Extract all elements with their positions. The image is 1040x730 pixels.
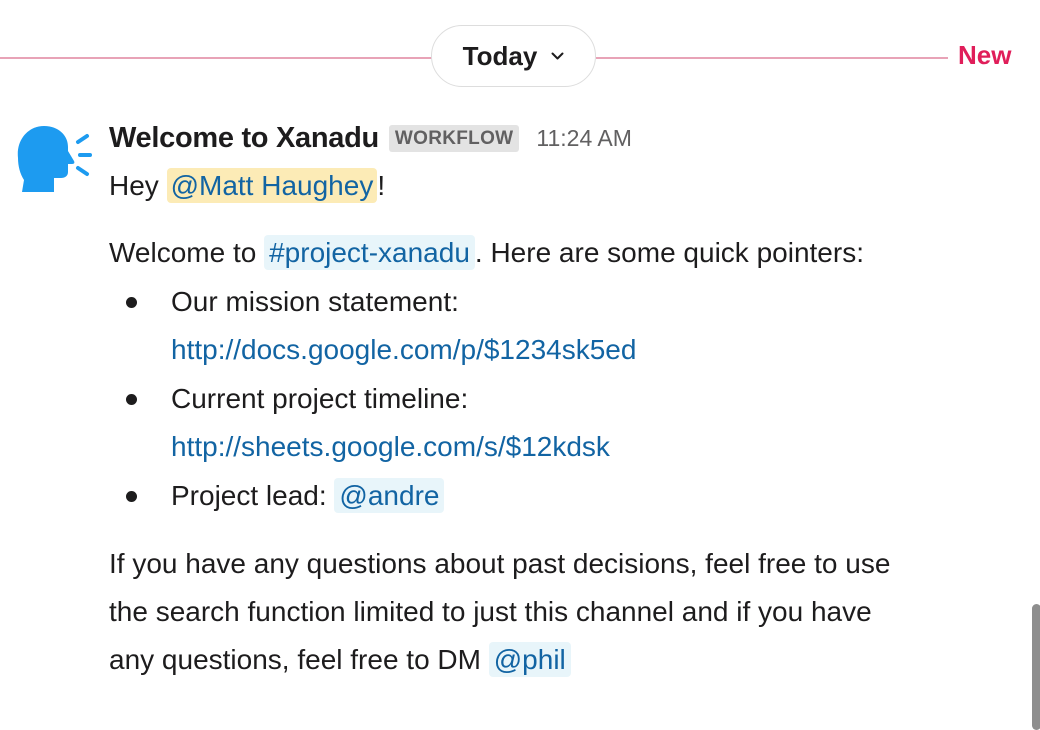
greeting-prefix: Hey [109,170,167,201]
timeline-link-text[interactable]: http://sheets.google.com/s/$12kdsk [171,431,610,462]
greeting-line: Hey @Matt Haughey! [109,166,385,206]
user-mention-matt[interactable]: @Matt Haughey [166,168,378,203]
intro-line: Welcome to #project-xanadu. Here are som… [109,233,864,273]
list-item-project-lead: Project lead: @andre [171,476,445,516]
timeline-link[interactable]: http://sheets.google.com/s/$12kdsk [171,427,610,467]
intro-prefix: Welcome to [109,237,265,268]
bullet-marker [126,491,137,502]
divider-line-left [0,57,432,59]
scrollbar-thumb[interactable] [1032,604,1040,730]
divider-line-right [596,57,948,59]
chevron-down-icon [551,48,564,65]
closing-prefix: any questions, feel free to DM [109,644,489,675]
closing-line: any questions, feel free to DM @phil [109,640,571,680]
sender-name[interactable]: Welcome to Xanadu [109,122,379,155]
new-messages-label: New [958,40,1012,70]
mission-link-text[interactable]: http://docs.google.com/p/$1234sk5ed [171,334,636,365]
intro-suffix: . Here are some quick pointers: [474,237,864,268]
channel-mention[interactable]: #project-xanadu [264,235,475,270]
workflow-badge: WORKFLOW [388,124,520,152]
closing-line: If you have any questions about past dec… [109,548,891,579]
bullet-marker [126,297,137,308]
message-header: Welcome to Xanadu WORKFLOW 11:24 AM [109,118,632,158]
day-divider-button[interactable]: Today [431,25,596,87]
speaking-head-icon[interactable] [10,118,92,200]
user-mention-phil[interactable]: @phil [488,642,571,677]
bullet-marker [126,394,137,405]
list-item-label: Current project timeline: [171,383,469,414]
day-divider-label: Today [462,40,538,71]
mission-link[interactable]: http://docs.google.com/p/$1234sk5ed [171,330,636,370]
list-item-label: Project lead: [171,480,335,511]
closing-line: the search function limited to just this… [109,596,872,627]
message-timestamp[interactable]: 11:24 AM [536,125,631,152]
user-mention-andre[interactable]: @andre [334,478,445,513]
message-pane: Today New Welcome to Xanadu WORKFLOW 11:… [0,0,1040,730]
list-item-label: Our mission statement: [171,286,459,317]
greeting-suffix: ! [377,170,386,201]
